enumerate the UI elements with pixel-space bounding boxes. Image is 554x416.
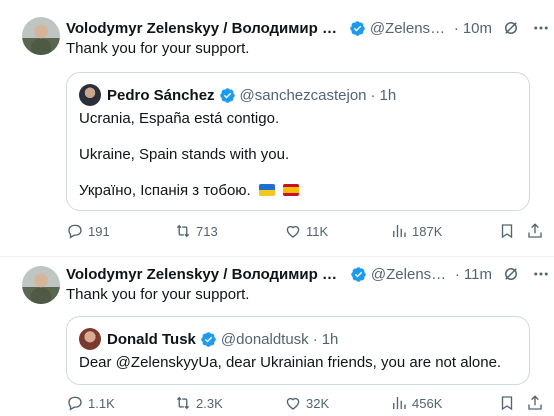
- tweet-header: Volodymyr Zelenskyy / Володимир Зеленськ…: [66, 263, 550, 285]
- more-icon[interactable]: [532, 19, 550, 37]
- repost-count: 713: [196, 223, 218, 239]
- views-icon: [393, 225, 406, 237]
- quoted-tweet[interactable]: Pedro Sánchez @sanchezcastejon · 1h Ucra…: [66, 72, 530, 211]
- quote-text-line: Ucrania, España está contigo.: [79, 110, 280, 127]
- grok-icon[interactable]: [502, 265, 520, 283]
- author-name[interactable]: Volodymyr Zelenskyy / Володимир Зеленськ…: [66, 20, 345, 37]
- reply-count: 1.1K: [88, 395, 115, 411]
- verified-badge-icon: [349, 20, 366, 37]
- quote-timestamp: 1h: [321, 330, 339, 348]
- views-button[interactable]: 456K: [390, 394, 442, 412]
- quote-header: Donald Tusk @donaldtusk · 1h: [79, 328, 339, 350]
- verified-badge-icon: [219, 87, 236, 104]
- timestamp[interactable]: 11m: [464, 266, 492, 283]
- repost-button[interactable]: 713: [174, 222, 218, 240]
- quote-author-handle: @donaldtusk: [220, 330, 309, 348]
- avatar[interactable]: [22, 266, 60, 304]
- like-icon: [286, 397, 300, 410]
- separator: ·: [453, 19, 459, 37]
- separator: ·: [312, 330, 318, 348]
- quote-avatar: [79, 84, 101, 106]
- views-icon: [393, 397, 406, 409]
- flag-ukraine-icon: [258, 184, 275, 196]
- more-icon[interactable]: [532, 265, 550, 283]
- quote-text-line: Ukraine, Spain stands with you.: [79, 146, 290, 163]
- reply-icon: [68, 396, 82, 411]
- avatar[interactable]: [22, 17, 60, 55]
- like-count: 11K: [306, 223, 329, 239]
- separator: ·: [454, 265, 460, 283]
- view-count: 187K: [412, 223, 443, 239]
- repost-button[interactable]: 2.3K: [174, 394, 223, 412]
- tweet-header: Volodymyr Zelenskyy / Володимир Зеленськ…: [66, 17, 550, 39]
- share-icon: [528, 395, 542, 410]
- quote-author-name: Donald Tusk: [107, 330, 196, 348]
- grok-icon[interactable]: [502, 19, 520, 37]
- share-icon: [528, 223, 542, 238]
- tweet-text: Thank you for your support.: [66, 40, 250, 57]
- like-button[interactable]: 32K: [284, 394, 329, 412]
- reply-count: 191: [88, 223, 110, 239]
- reply-button[interactable]: 1.1K: [66, 394, 115, 412]
- tweet[interactable]: Volodymyr Zelenskyy / Володимир Зеленськ…: [0, 0, 554, 257]
- quoted-tweet[interactable]: Donald Tusk @donaldtusk · 1h Dear @Zelen…: [66, 316, 530, 385]
- separator: ·: [370, 86, 376, 104]
- like-button[interactable]: 11K: [284, 222, 328, 240]
- bookmark-icon: [501, 224, 513, 239]
- author-handle[interactable]: @ZelenskyyUa: [371, 266, 451, 283]
- bookmark-icon: [501, 396, 513, 411]
- verified-badge-icon: [200, 331, 217, 348]
- flag-spain-icon: [283, 184, 300, 196]
- quote-author-name: Pedro Sánchez: [107, 86, 215, 104]
- views-button[interactable]: 187K: [390, 222, 442, 240]
- author-handle[interactable]: @ZelenskyyUa: [370, 20, 450, 37]
- quote-avatar: [79, 328, 101, 350]
- like-icon: [286, 225, 300, 238]
- quote-timestamp: 1h: [379, 86, 397, 104]
- share-button[interactable]: [526, 222, 544, 240]
- bookmark-button[interactable]: [498, 222, 516, 240]
- quote-text-line: Україно, Іспанія з тобою.: [79, 182, 251, 199]
- quote-text-line-flags: Україно, Іспанія з тобою.: [79, 181, 300, 201]
- tweet-text: Thank you for your support.: [66, 286, 250, 303]
- like-count: 32K: [306, 395, 330, 411]
- timestamp[interactable]: 10m: [463, 20, 492, 37]
- repost-count: 2.3K: [196, 395, 223, 411]
- repost-icon: [176, 396, 190, 410]
- author-name[interactable]: Volodymyr Zelenskyy / Володимир Зеленськ…: [66, 266, 346, 283]
- verified-badge-icon: [350, 266, 367, 283]
- quote-header: Pedro Sánchez @sanchezcastejon · 1h: [79, 84, 397, 106]
- reply-button[interactable]: 191: [66, 222, 110, 240]
- tweet-actions: 191 713 11K 187K: [66, 222, 544, 242]
- view-count: 456K: [412, 395, 443, 411]
- tweet-actions: 1.1K 2.3K 32K 456K: [66, 394, 544, 414]
- bookmark-button[interactable]: [498, 394, 516, 412]
- quote-text-line: Dear @ZelenskyyUa, dear Ukrainian friend…: [79, 354, 502, 371]
- tweet[interactable]: Volodymyr Zelenskyy / Володимир Зеленськ…: [0, 256, 554, 416]
- share-button[interactable]: [526, 394, 544, 412]
- repost-icon: [176, 224, 190, 238]
- reply-icon: [68, 224, 82, 239]
- quote-author-handle: @sanchezcastejon: [239, 86, 367, 104]
